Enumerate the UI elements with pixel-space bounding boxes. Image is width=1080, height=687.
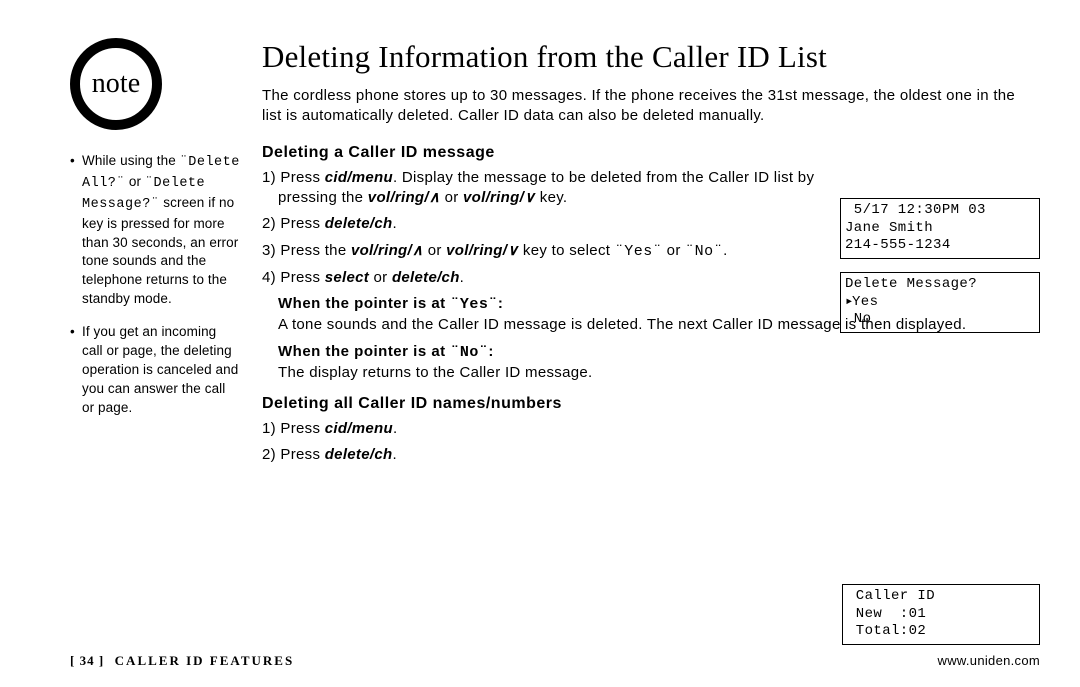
main-content: Deleting Information from the Caller ID … — [262, 36, 1040, 667]
step-4: 4) Press select or delete/ch. — [262, 268, 862, 288]
note-item-2: If you get an incoming call or page, the… — [70, 323, 240, 417]
intro-paragraph: The cordless phone stores up to 30 messa… — [262, 86, 1032, 127]
lcd-screen-callerid: 5/17 12:30PM 03 Jane Smith 214-555-1234 — [840, 198, 1040, 259]
pointer-icon: ▸ — [845, 294, 852, 312]
when-no-block: When the pointer is at ¨No¨: The display… — [278, 342, 1018, 384]
sidebar-note: note While using the ¨Delete All?¨ or ¨D… — [70, 36, 240, 667]
section-name: CALLER ID FEATURES — [115, 653, 295, 668]
step-b1: 1) Press cid/menu. — [262, 419, 862, 439]
page-title: Deleting Information from the Caller ID … — [262, 36, 1040, 78]
heading-delete-message: Deleting a Caller ID message — [262, 142, 1040, 164]
footer-url: www.uniden.com — [938, 653, 1040, 669]
note-list: While using the ¨Delete All?¨ or ¨Delete… — [70, 152, 240, 418]
page-number: [ 34 ] — [70, 653, 104, 668]
lcd-screen-summary: Caller ID New :01 Total:02 — [842, 584, 1040, 645]
lcd-screen-delete-prompt: Delete Message? ▸Yes No — [840, 272, 1040, 333]
note-circle-icon: note — [70, 38, 162, 130]
heading-delete-all: Deleting all Caller ID names/numbers — [262, 393, 1040, 415]
step-1: 1) Press cid/menu. Display the message t… — [262, 168, 862, 209]
note-label: note — [92, 64, 141, 103]
note-item-1: While using the ¨Delete All?¨ or ¨Delete… — [70, 152, 240, 309]
step-b2: 2) Press delete/ch. — [262, 445, 862, 465]
footer-left: [ 34 ] CALLER ID FEATURES — [70, 653, 294, 669]
page-footer: [ 34 ] CALLER ID FEATURES www.uniden.com — [70, 653, 1040, 669]
step-2: 2) Press delete/ch. — [262, 214, 862, 234]
